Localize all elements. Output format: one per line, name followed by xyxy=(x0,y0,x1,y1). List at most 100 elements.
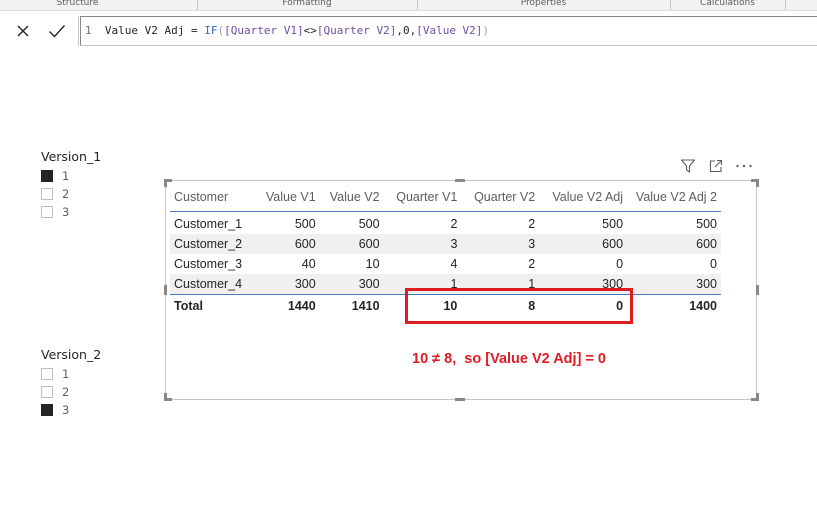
column-header-value-v1[interactable]: Value V1 xyxy=(255,183,320,212)
resize-handle[interactable] xyxy=(164,179,167,187)
table-cell: Customer_2 xyxy=(170,234,256,254)
slicer-options: 1 2 3 xyxy=(41,167,101,221)
ribbon-label-formatting: Formatting xyxy=(282,0,332,8)
table-cell: 0 xyxy=(616,257,624,271)
column-header-value-v2-adj[interactable]: Value V2 Adj xyxy=(539,183,628,212)
dax-function: IF xyxy=(204,24,218,37)
table-cell: 2 xyxy=(528,257,536,271)
table-row: Customer_2 600 600 3 3 600 600 xyxy=(170,234,721,254)
option-label: 2 xyxy=(62,187,70,201)
column-ref-quarter-v1: [Quarter V1] xyxy=(224,24,304,37)
more-options-button[interactable] xyxy=(735,157,753,175)
equals-sign: = xyxy=(184,24,205,37)
table-cell: 10 xyxy=(365,257,380,271)
column-ref-quarter-v2: [Quarter V2] xyxy=(316,24,397,37)
table-cell: 4 xyxy=(450,257,458,271)
table-cell: 300 xyxy=(255,274,320,295)
total-cell: 1410 xyxy=(319,294,384,317)
resize-handle[interactable] xyxy=(164,393,167,401)
annotation-text: 10 ≠ 8, so [Value V2 Adj] = 0 xyxy=(412,351,606,367)
slicer-option-1[interactable]: 1 xyxy=(41,167,101,185)
column-header-value-v2[interactable]: Value V2 xyxy=(319,183,384,212)
table-cell: Customer_1 xyxy=(174,217,243,231)
focus-mode-button[interactable] xyxy=(707,157,725,175)
table-cell: 500 xyxy=(358,217,380,231)
resize-handle[interactable] xyxy=(164,285,167,295)
option-label: 1 xyxy=(62,367,70,381)
measure-name: Value V2 Adj xyxy=(104,24,185,37)
checkbox-checked[interactable] xyxy=(41,170,53,182)
column-header-quarter-v2[interactable]: Quarter V2 xyxy=(461,183,540,212)
table-cell: 300 xyxy=(627,274,721,295)
table-cell: 500 xyxy=(294,217,316,231)
commit-formula-button[interactable] xyxy=(40,16,74,46)
checkbox[interactable] xyxy=(41,206,53,218)
filter-icon xyxy=(680,159,696,173)
focus-mode-icon xyxy=(709,159,723,173)
table-cell: 600 xyxy=(255,234,320,254)
column-header-value-v2-adj-2[interactable]: Value V2 Adj 2 xyxy=(627,183,721,212)
table-row: Customer_3 40 10 4 2 0 0 xyxy=(170,254,721,274)
formula-bar: 1 Value V2 Adj = IF([Quarter V1]<>[Quart… xyxy=(0,16,817,46)
resize-handle[interactable] xyxy=(455,179,465,182)
table-cell: 40 xyxy=(301,257,316,271)
option-label: 3 xyxy=(62,403,70,417)
line-number: 1 xyxy=(85,24,92,37)
table-cell: 500 xyxy=(696,217,717,231)
option-label: 3 xyxy=(62,205,70,219)
ribbon-label-calculations: Calculations xyxy=(700,0,755,8)
resize-handle[interactable] xyxy=(756,179,759,187)
ribbon-label-structure: Structure xyxy=(56,0,99,8)
checkbox[interactable] xyxy=(41,386,53,398)
table-cell: 3 xyxy=(383,234,462,254)
table-cell: 600 xyxy=(539,234,628,254)
ribbon-group-labels: Structure Formatting Properties Calculat… xyxy=(0,0,817,11)
table-cell: Customer_3 xyxy=(174,257,243,271)
formula-bar-divider xyxy=(78,16,79,46)
column-header-quarter-v1[interactable]: Quarter V1 xyxy=(383,183,462,212)
option-label: 2 xyxy=(62,385,70,399)
total-cell: 1440 xyxy=(255,294,320,317)
slicer-version-1: Version_1 1 2 3 xyxy=(41,149,101,221)
ribbon-label-properties: Properties xyxy=(520,0,567,8)
checkmark-icon xyxy=(49,25,66,38)
checkbox[interactable] xyxy=(41,188,53,200)
filter-button[interactable] xyxy=(679,157,697,175)
table-cell: 2 xyxy=(450,217,458,231)
slicer-options: 1 2 3 xyxy=(41,365,101,419)
table-cell: Customer_4 xyxy=(170,274,256,295)
resize-handle[interactable] xyxy=(455,398,465,401)
cancel-formula-button[interactable] xyxy=(6,16,40,46)
slicer-option-3[interactable]: 3 xyxy=(41,401,101,419)
table-header-row: Customer Value V1 Value V2 Quarter V1 Qu… xyxy=(170,183,721,212)
column-ref-value-v2: [Value V2] xyxy=(416,24,483,37)
checkbox-checked[interactable] xyxy=(41,404,53,416)
dax-formula-editor[interactable]: 1 Value V2 Adj = IF([Quarter V1]<>[Quart… xyxy=(80,16,817,46)
more-options-icon xyxy=(736,164,752,168)
table-row: Customer_1 500 500 2 2 500 500 xyxy=(170,212,721,235)
table-cell: 600 xyxy=(319,234,384,254)
option-label: 1 xyxy=(62,169,70,183)
slicer-option-3[interactable]: 3 xyxy=(41,203,101,221)
slicer-title: Version_1 xyxy=(41,149,102,164)
total-label: Total xyxy=(170,294,256,317)
slicer-version-2: Version_2 1 2 3 xyxy=(41,347,101,419)
table-cell: 3 xyxy=(461,234,540,254)
slicer-title: Version_2 xyxy=(41,347,102,362)
slicer-option-2[interactable]: 2 xyxy=(41,185,101,203)
operator: <> xyxy=(303,24,317,37)
resize-handle[interactable] xyxy=(756,285,759,295)
table-cell: 600 xyxy=(627,234,721,254)
resize-handle[interactable] xyxy=(756,393,759,401)
checkbox[interactable] xyxy=(41,368,53,380)
slicer-option-1[interactable]: 1 xyxy=(41,365,101,383)
highlight-box xyxy=(405,288,633,324)
literal-args: ,0, xyxy=(396,24,417,37)
total-cell: 1400 xyxy=(627,294,721,317)
close-icon xyxy=(17,25,29,37)
table-cell: 300 xyxy=(319,274,384,295)
table-cell: 500 xyxy=(602,217,624,231)
slicer-option-2[interactable]: 2 xyxy=(41,383,101,401)
table-cell: 2 xyxy=(528,217,536,231)
column-header-customer[interactable]: Customer xyxy=(170,183,256,212)
